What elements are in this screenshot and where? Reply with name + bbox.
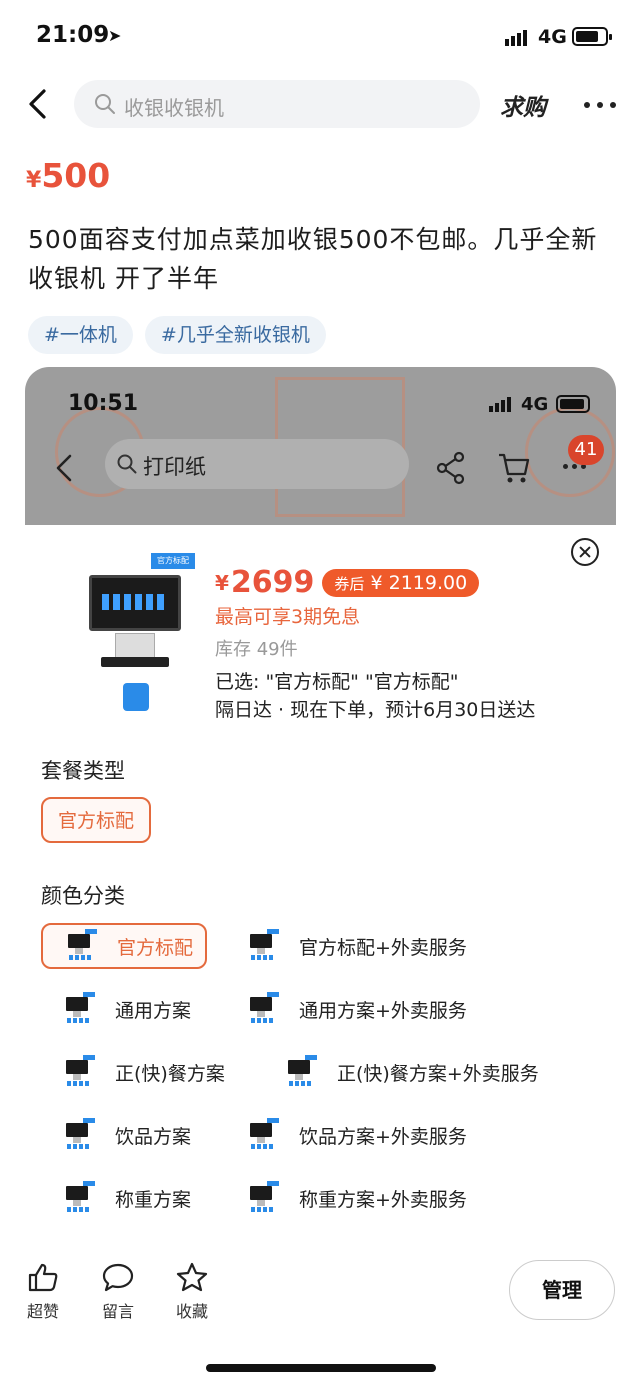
option-label: 正(快)餐方案+外卖服务	[337, 1062, 539, 1085]
option-label: 称重方案+外卖服务	[299, 1188, 467, 1211]
embedded-search-placeholder: 打印纸	[143, 455, 206, 479]
embedded-back-icon	[56, 454, 72, 482]
color-option: 饮品方案+外卖服务	[245, 1112, 467, 1158]
option-label: 饮品方案	[115, 1125, 192, 1148]
stock-text: 库存 49件	[215, 639, 298, 660]
option-thumbnail	[63, 929, 97, 963]
sku-currency: ¥	[215, 570, 229, 595]
notification-badge: 41	[568, 435, 604, 465]
package-section-title: 套餐类型	[41, 759, 125, 783]
color-option: 正(快)餐方案	[61, 1049, 225, 1095]
back-arrow-icon[interactable]	[24, 88, 54, 120]
listing-price: ¥500	[26, 156, 110, 195]
product-thumbnail: 官方标配	[75, 553, 197, 713]
star-icon	[176, 1262, 208, 1292]
color-option: 官方标配+外卖服务	[245, 923, 467, 969]
favorite-label: 收藏	[175, 1302, 208, 1321]
embedded-status-time: 10:51	[68, 391, 139, 416]
search-placeholder: 收银收银机	[124, 96, 224, 120]
option-thumbnail	[245, 929, 279, 963]
coupon-label: 券后	[334, 574, 365, 593]
price-value: 500	[41, 156, 111, 195]
option-thumbnail	[245, 1181, 279, 1215]
comment-icon	[102, 1263, 134, 1292]
sku-price-row: ¥ 2699 券后 ¥ 2119.00	[215, 565, 480, 600]
pos-stand-shape	[115, 633, 155, 659]
like-label: 超赞	[26, 1302, 59, 1321]
sku-price: 2699	[230, 565, 315, 600]
coupon-badge: 券后 ¥ 2119.00	[322, 568, 480, 597]
color-section-title: 颜色分类	[41, 884, 125, 908]
coupon-price: ¥ 2119.00	[370, 571, 468, 594]
more-icon[interactable]	[584, 102, 616, 108]
option-thumbnail	[245, 992, 279, 1026]
color-option: 称重方案	[61, 1175, 191, 1221]
embedded-signal-icon	[489, 397, 511, 412]
option-thumbnail	[61, 1055, 95, 1089]
search-icon	[95, 94, 115, 114]
selected-text: 已选: "官方标配" "官方标配"	[215, 671, 459, 693]
option-label: 通用方案+外卖服务	[299, 999, 467, 1022]
location-arrow-icon: ➤	[108, 26, 122, 45]
pos-base-shape	[101, 657, 169, 667]
installment-text: 最高可享3期免息	[215, 606, 361, 628]
comment-label: 留言	[101, 1302, 134, 1321]
network-label: 4G	[538, 26, 567, 48]
listing-image[interactable]: 10:51 4G 打印纸 41 官方标配 ¥ 2699 券后 ¥ 2119.00…	[25, 367, 616, 1237]
color-option: 正(快)餐方案+外卖服务	[283, 1049, 539, 1095]
color-option-selected: 官方标配	[41, 923, 207, 969]
nav-bar: 收银收银机 求购	[0, 78, 640, 130]
battery-icon	[572, 27, 612, 46]
option-label: 通用方案	[115, 999, 192, 1022]
manage-button[interactable]: 管理	[509, 1260, 615, 1320]
option-thumbnail	[61, 1118, 95, 1152]
cart-icon	[499, 453, 530, 483]
option-label: 饮品方案+外卖服务	[299, 1125, 467, 1148]
listing-title: 500面容支付加点菜加收银500不包邮。几乎全新收银机 开了半年	[28, 225, 598, 293]
option-thumbnail	[245, 1118, 279, 1152]
delivery-text: 隔日达 · 现在下单，预计6月30日送达	[215, 699, 536, 721]
embedded-battery-icon	[556, 395, 590, 413]
qiugou-button[interactable]: 求购	[500, 88, 546, 122]
sku-selection-sheet: 官方标配 ¥ 2699 券后 ¥ 2119.00 最高可享3期免息 库存 49件…	[25, 525, 616, 1237]
thumbnail-tag: 官方标配	[151, 553, 195, 569]
currency-symbol: ¥	[26, 168, 42, 193]
status-time: 21:09	[36, 22, 110, 48]
tag-chip[interactable]: #几乎全新收银机	[144, 316, 326, 354]
option-thumbnail	[61, 1181, 95, 1215]
option-label: 正(快)餐方案	[115, 1062, 225, 1085]
signal-icon	[505, 30, 527, 46]
share-icon	[436, 451, 465, 485]
bottom-action-bar: 超赞 留言 收藏 管理	[0, 1250, 640, 1340]
option-thumbnail	[283, 1055, 317, 1089]
home-indicator	[206, 1364, 436, 1372]
qr-code-icon	[123, 683, 149, 711]
color-option: 饮品方案	[61, 1112, 191, 1158]
thumbs-up-icon	[28, 1263, 58, 1292]
option-label: 官方标配	[117, 936, 194, 959]
dimmed-background: 10:51 4G 打印纸 41	[25, 367, 616, 525]
color-option: 通用方案+外卖服务	[245, 986, 467, 1032]
embedded-network-label: 4G	[521, 394, 549, 415]
tag-list: #一体机 #几乎全新收银机	[28, 316, 326, 354]
color-option: 通用方案	[61, 986, 191, 1032]
comment-button[interactable]: 留言	[88, 1262, 148, 1322]
embedded-search-icon	[117, 454, 137, 474]
pos-monitor-shape	[89, 575, 181, 631]
option-label: 称重方案	[115, 1188, 192, 1211]
favorite-button[interactable]: 收藏	[162, 1262, 222, 1322]
option-thumbnail	[61, 992, 95, 1026]
like-button[interactable]: 超赞	[13, 1262, 73, 1322]
tag-chip[interactable]: #一体机	[28, 316, 133, 354]
color-option: 称重方案+外卖服务	[245, 1175, 467, 1221]
close-icon	[571, 538, 599, 566]
search-bar[interactable]: 收银收银机	[74, 80, 480, 128]
embedded-search-bar: 打印纸	[105, 439, 409, 489]
package-option: 官方标配	[41, 797, 151, 843]
option-label: 官方标配+外卖服务	[299, 936, 467, 959]
status-bar: 21:09 ➤ 4G	[0, 0, 640, 72]
